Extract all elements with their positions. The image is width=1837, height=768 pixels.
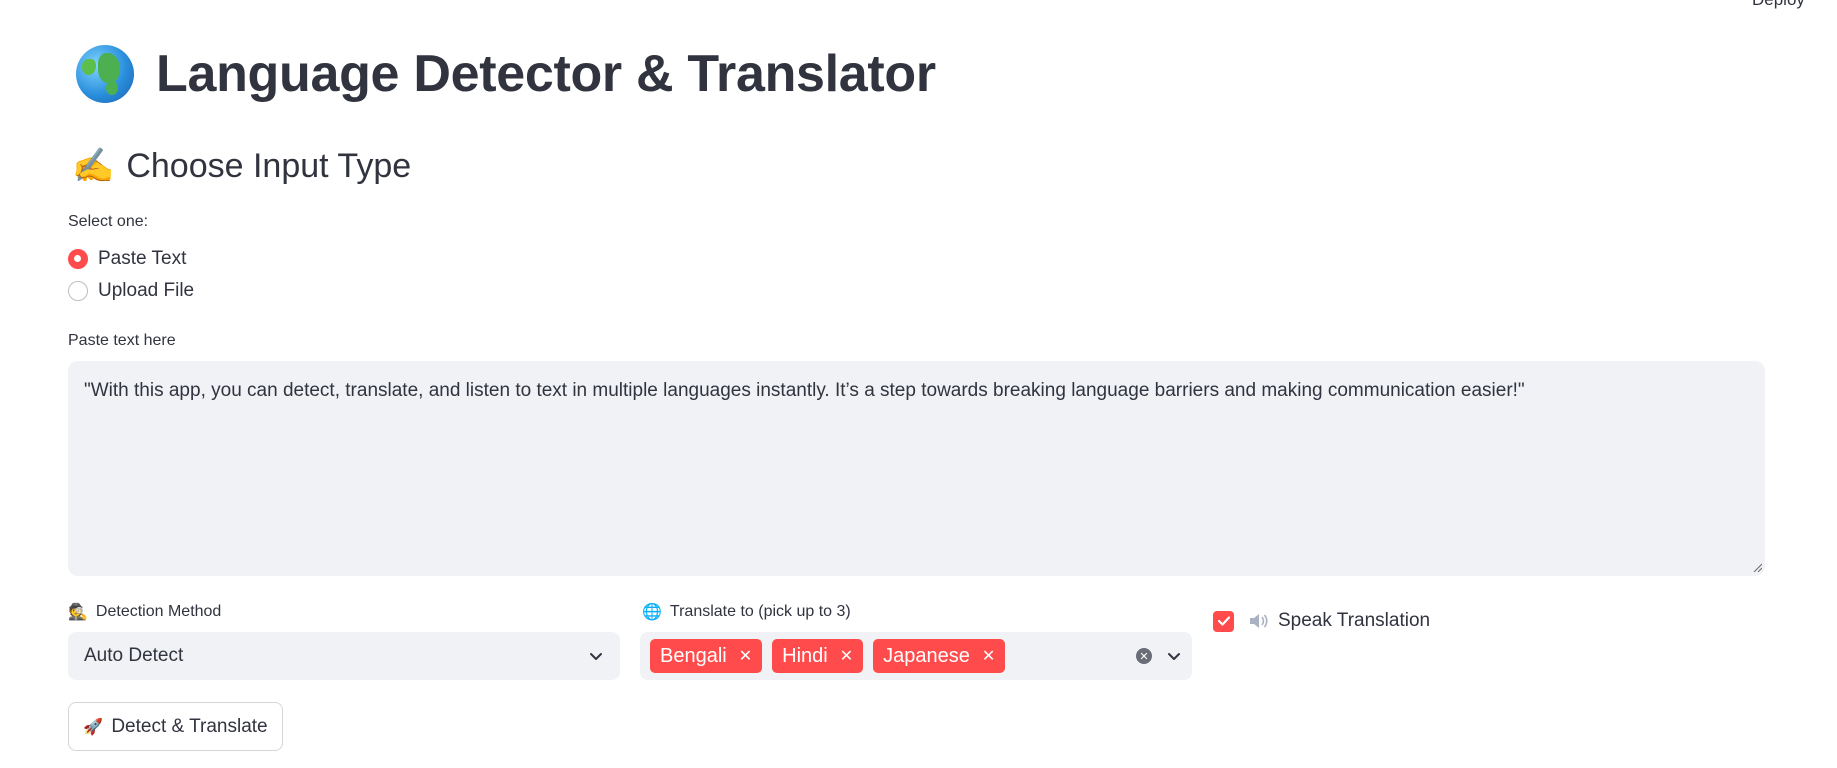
checkbox-checked-icon[interactable] [1213,610,1234,632]
globe-icon [76,45,134,103]
chevron-down-icon [590,653,602,660]
remove-chip-icon[interactable]: ✕ [982,646,995,666]
chip-label: Hindi [782,644,828,667]
multiselect-controls: ✕ [1136,648,1182,664]
title-row: Language Detector & Translator [76,44,936,104]
app-page: Deploy Language Detector & Translator ✍️… [0,0,1837,768]
text-input-label: Paste text here [68,332,176,349]
language-chip: Japanese ✕ [873,639,1006,673]
radio-label: Paste Text [98,248,187,269]
button-label: Detect & Translate [111,715,268,737]
paste-text-area[interactable]: "With this app, you can detect, translat… [68,361,1765,576]
chip-label: Bengali [660,644,727,667]
language-chip: Hindi ✕ [772,639,864,673]
translate-to-label: 🌐 Translate to (pick up to 3) [642,602,851,622]
section-title: Choose Input Type [126,146,412,185]
rocket-icon: 🚀 [83,718,104,736]
detective-icon: 🕵 [68,604,88,621]
radio-paste-text[interactable]: Paste Text [68,248,186,270]
remove-chip-icon[interactable]: ✕ [840,646,853,666]
detection-method-value: Auto Detect [84,645,184,666]
globe-meridians-icon: 🌐 [642,604,662,621]
speaker-icon [1250,614,1268,628]
chip-label: Japanese [883,644,970,667]
radio-upload-file[interactable]: Upload File [68,280,194,302]
radio-unselected-icon[interactable] [68,281,88,301]
translate-label-text: Translate to (pick up to 3) [669,603,851,620]
deploy-button[interactable]: Deploy [1752,0,1805,10]
input-type-label: Select one: [68,213,149,230]
language-chip: Bengali ✕ [650,639,763,673]
clear-all-icon[interactable]: ✕ [1136,648,1152,664]
speak-translation-label: Speak Translation [1278,610,1431,631]
detect-translate-button[interactable]: 🚀 Detect & Translate [68,702,283,751]
radio-selected-icon[interactable] [68,249,88,269]
speak-translation-checkbox[interactable]: Speak Translation [1213,610,1430,632]
translate-to-multiselect[interactable]: Bengali ✕ Hindi ✕ Japanese ✕ ✕ [640,632,1192,680]
remove-chip-icon[interactable]: ✕ [739,646,752,666]
radio-label: Upload File [98,280,195,301]
section-heading: ✍️ Choose Input Type [72,146,411,186]
writing-hand-icon: ✍️ [72,147,115,185]
page-title: Language Detector & Translator [156,45,936,103]
resize-handle-icon[interactable] [1752,562,1762,572]
detection-method-label: 🕵 Detection Method [68,602,221,622]
detection-label-text: Detection Method [95,603,222,620]
detection-method-select[interactable]: Auto Detect [68,632,620,680]
chevron-down-icon[interactable] [1166,648,1182,664]
